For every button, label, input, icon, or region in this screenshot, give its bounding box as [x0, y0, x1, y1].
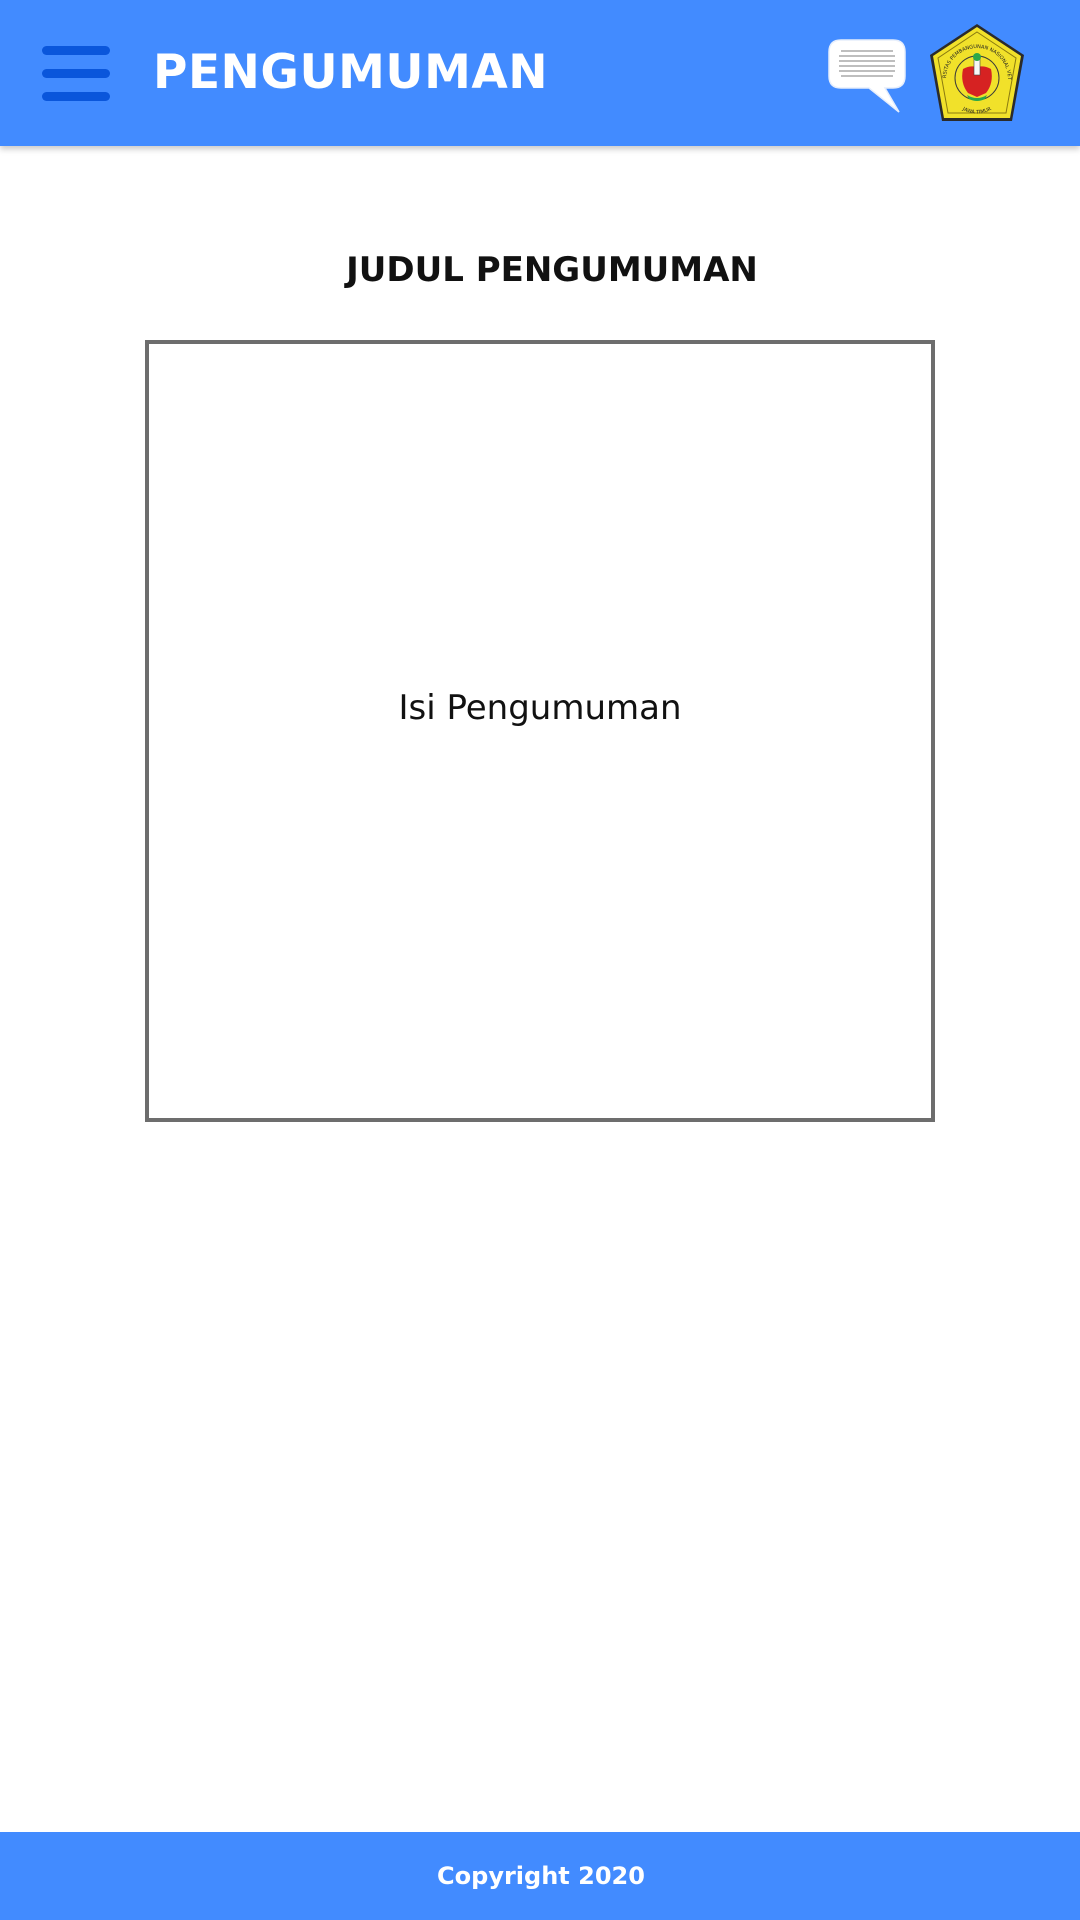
- copyright-text: Copyright 2020: [437, 1862, 645, 1890]
- announcement-screen: PENGUMUMAN RSITAS PEMBANGUNAN NASIONAL V…: [0, 0, 1080, 1920]
- university-crest-logo: UNIVERSITAS PEMBANGUNAN NASIONAL VETERAN…: [922, 17, 1024, 121]
- university-logo: UNIVERSITAS PEMBANGUNAN NASIONAL VETERAN…: [922, 17, 1030, 127]
- announcement-content-box: Isi Pengumuman: [145, 340, 935, 1122]
- page-title: PENGUMUMAN: [153, 45, 549, 100]
- footer: Copyright 2020: [0, 1832, 1080, 1920]
- hamburger-menu-icon[interactable]: [40, 44, 112, 104]
- announcement-title: JUDUL PENGUMUMAN: [346, 250, 758, 290]
- announcement-body: Isi Pengumuman: [398, 688, 682, 728]
- menu-bar-line: [42, 69, 110, 78]
- menu-bar-line: [42, 46, 110, 55]
- speech-bubble-icon[interactable]: [827, 38, 907, 116]
- app-bar: PENGUMUMAN RSITAS PEMBANGUNAN NASIONAL V…: [0, 0, 1080, 146]
- speech-bubble-graphic: [828, 39, 906, 113]
- menu-bar-line: [42, 92, 110, 101]
